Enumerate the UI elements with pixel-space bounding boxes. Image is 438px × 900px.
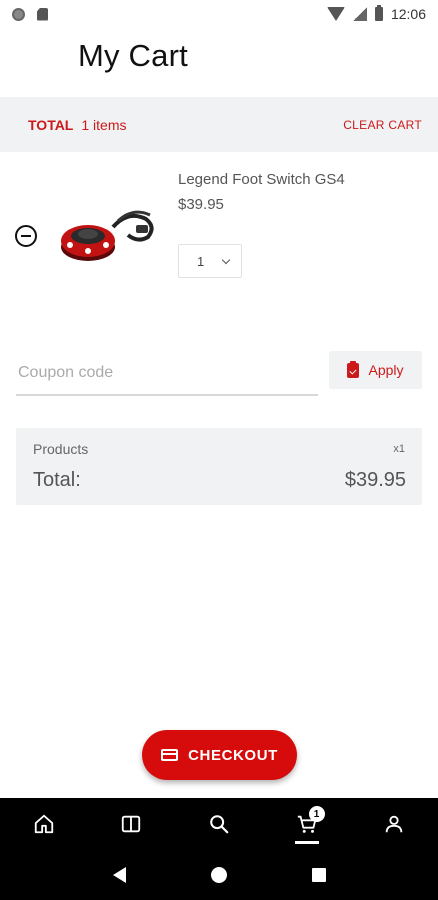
summary-products-qty: x1 <box>393 443 405 455</box>
product-name[interactable]: Legend Foot Switch GS4 <box>178 171 345 188</box>
system-nav-bar <box>0 850 438 900</box>
wifi-icon <box>326 7 345 21</box>
chevron-down-icon <box>221 255 231 264</box>
nav-account[interactable] <box>372 802 416 846</box>
home-icon <box>34 814 53 834</box>
order-summary: Products x1 Total: $39.95 <box>16 428 422 505</box>
coupon-input[interactable] <box>16 352 318 396</box>
summary-total-value: $39.95 <box>344 469 406 491</box>
product-price: $39.95 <box>178 196 224 213</box>
status-right: 12:06 <box>326 5 426 22</box>
total-items-count: 1 items <box>81 116 127 133</box>
clear-cart-button[interactable]: CLEAR CART <box>343 118 422 132</box>
credit-card-icon <box>161 749 179 761</box>
cart-badge: 1 <box>308 806 325 822</box>
apply-label: Apply <box>368 362 404 378</box>
product-image <box>61 210 154 261</box>
checkout-label: CHECKOUT <box>188 746 278 764</box>
active-indicator <box>294 841 319 844</box>
recent-apps-icon[interactable] <box>311 868 326 882</box>
nav-search[interactable] <box>197 802 241 846</box>
status-time: 12:06 <box>390 6 426 22</box>
clipboard-check-icon <box>347 360 360 378</box>
checkout-button[interactable]: CHECKOUT <box>142 730 297 780</box>
total-bar: TOTAL 1 items CLEAR CART <box>0 97 438 152</box>
nav-catalog[interactable] <box>109 802 153 846</box>
battery-icon <box>374 5 383 21</box>
book-icon <box>122 815 141 833</box>
sim-card-icon <box>37 7 48 21</box>
cell-signal-icon <box>352 7 367 21</box>
back-icon[interactable] <box>112 867 126 883</box>
status-bar: 12:06 <box>0 0 438 28</box>
notification-dot-icon <box>12 7 25 21</box>
bottom-nav: 1 <box>0 798 438 850</box>
apply-coupon-button[interactable]: Apply <box>329 351 422 389</box>
quantity-select[interactable]: 1 <box>178 244 242 278</box>
search-icon <box>210 815 229 834</box>
remove-item-icon[interactable] <box>15 225 37 247</box>
page-title: My Cart <box>78 38 188 73</box>
quantity-value: 1 <box>197 253 205 269</box>
total-label: TOTAL <box>28 116 74 133</box>
nav-home[interactable] <box>22 802 66 846</box>
user-icon <box>385 815 403 833</box>
nav-cart[interactable]: 1 <box>285 802 329 846</box>
summary-total-label: Total: <box>33 469 81 491</box>
home-circle-icon[interactable] <box>210 867 227 883</box>
summary-products-label: Products <box>33 441 89 457</box>
status-left <box>12 7 48 21</box>
